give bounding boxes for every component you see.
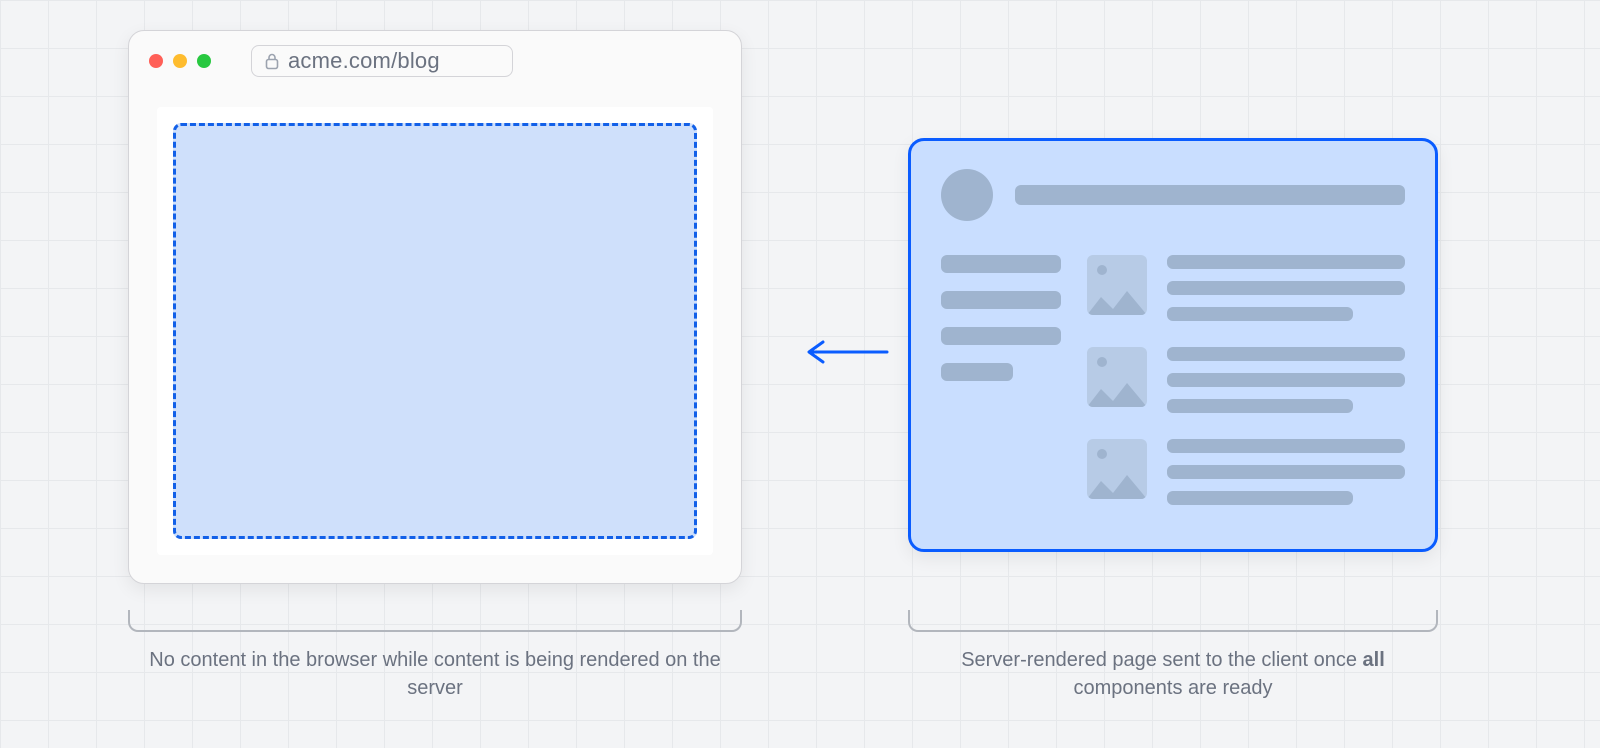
text-line — [1167, 439, 1405, 453]
arrow-left-icon — [805, 338, 889, 366]
page-header — [941, 169, 1405, 221]
sidebar-line — [941, 255, 1061, 273]
post-item — [1087, 439, 1405, 505]
sidebar-line — [941, 291, 1061, 309]
address-bar: acme.com/blog — [251, 45, 513, 77]
text-line — [1167, 491, 1353, 505]
image-placeholder-icon — [1087, 439, 1147, 499]
window-controls — [149, 54, 211, 68]
sidebar-line — [941, 327, 1061, 345]
text-line — [1167, 307, 1353, 321]
maximize-icon — [197, 54, 211, 68]
text-line — [1167, 399, 1353, 413]
browser-viewport — [157, 107, 713, 555]
sidebar-placeholder — [941, 255, 1061, 505]
text-line — [1167, 347, 1405, 361]
caption-right-prefix: Server-rendered page sent to the client … — [961, 649, 1362, 671]
bracket-icon — [128, 610, 742, 632]
bracket-icon — [908, 610, 1438, 632]
streaming-placeholder — [173, 123, 697, 539]
text-line — [1167, 281, 1405, 295]
address-url: acme.com/blog — [288, 50, 440, 72]
caption-right-bold: all — [1363, 649, 1385, 671]
post-list — [1087, 255, 1405, 505]
lock-icon — [264, 52, 280, 70]
caption-right-suffix: components are ready — [1073, 677, 1272, 699]
text-line — [1167, 465, 1405, 479]
image-placeholder-icon — [1087, 255, 1147, 315]
caption-left-text: No content in the browser while content … — [128, 646, 742, 702]
title-placeholder — [1015, 185, 1405, 205]
browser-titlebar: acme.com/blog — [129, 31, 741, 87]
minimize-icon — [173, 54, 187, 68]
caption-right-text: Server-rendered page sent to the client … — [908, 646, 1438, 702]
server-rendered-page — [908, 138, 1438, 552]
image-placeholder-icon — [1087, 347, 1147, 407]
caption-left: No content in the browser while content … — [128, 610, 742, 702]
avatar-placeholder — [941, 169, 993, 221]
close-icon — [149, 54, 163, 68]
sidebar-line — [941, 363, 1013, 381]
post-item — [1087, 255, 1405, 321]
browser-window: acme.com/blog — [128, 30, 742, 584]
text-line — [1167, 255, 1405, 269]
text-line — [1167, 373, 1405, 387]
post-item — [1087, 347, 1405, 413]
caption-right: Server-rendered page sent to the client … — [908, 610, 1438, 702]
